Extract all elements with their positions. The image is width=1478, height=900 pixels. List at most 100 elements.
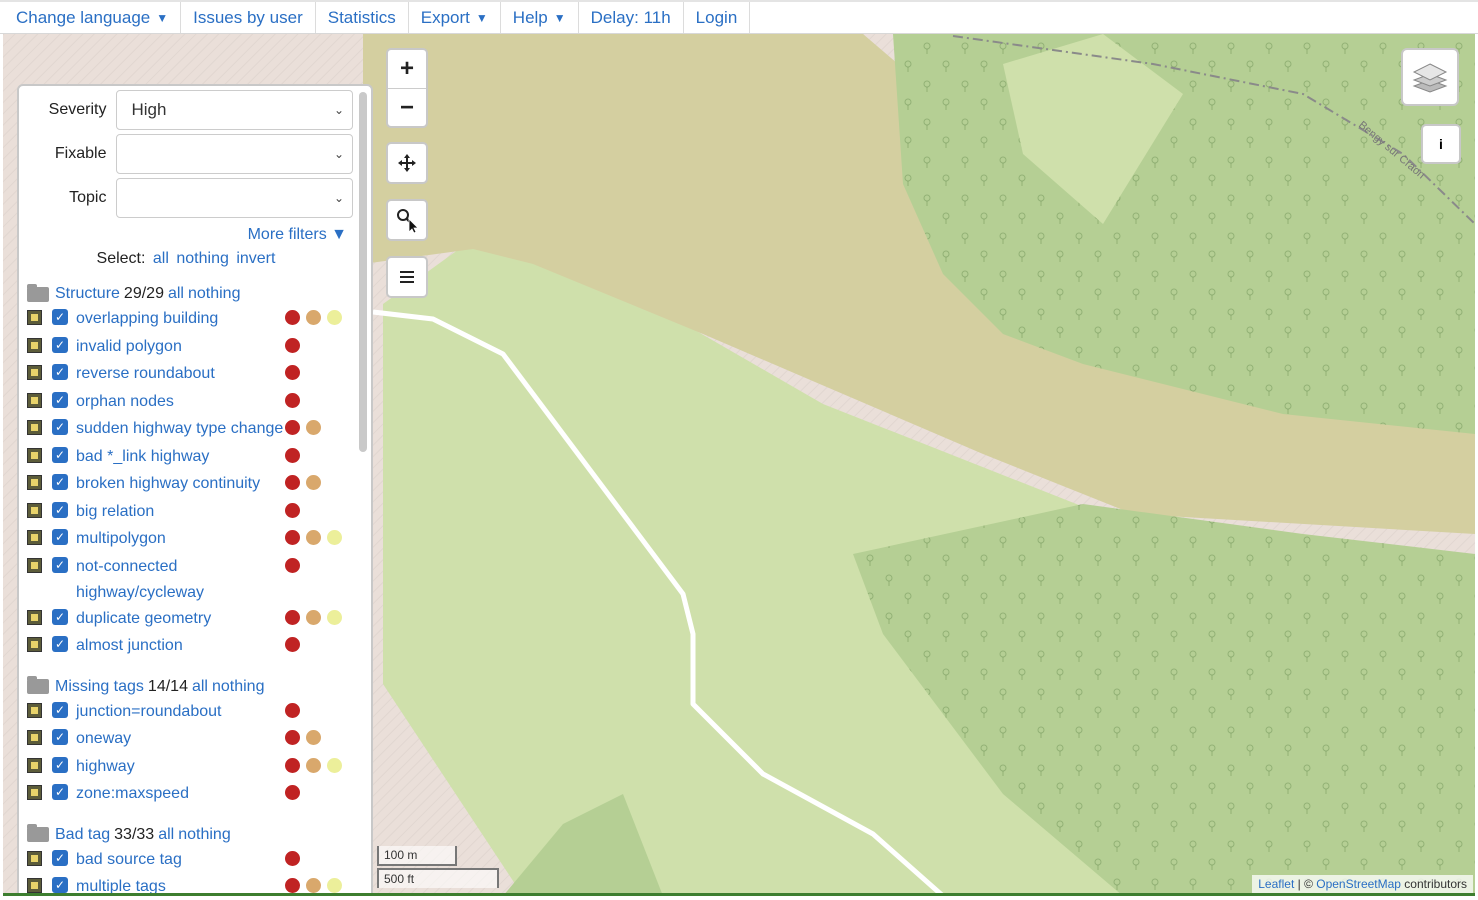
- severity-mid-dot[interactable]: [306, 530, 321, 545]
- issue-item-label[interactable]: invalid polygon: [76, 334, 284, 360]
- zoom-in-button[interactable]: +: [388, 50, 426, 88]
- zoom-out-button[interactable]: −: [388, 88, 426, 126]
- severity-high-dot[interactable]: [285, 557, 300, 573]
- menu-item-help[interactable]: Help ▼: [501, 2, 579, 33]
- item-checkbox[interactable]: ✓: [52, 474, 68, 490]
- severity-high-dot[interactable]: [285, 878, 300, 893]
- item-checkbox[interactable]: ✓: [52, 556, 68, 573]
- category-all-link[interactable]: all: [192, 678, 208, 696]
- osm-link[interactable]: OpenStreetMap: [1316, 877, 1401, 891]
- item-checkbox[interactable]: ✓: [52, 529, 68, 545]
- menu-item-export[interactable]: Export ▼: [409, 2, 501, 33]
- category-nothing-link[interactable]: nothing: [212, 678, 265, 696]
- issue-item-label[interactable]: bad source tag: [76, 847, 284, 873]
- severity-high-dot[interactable]: [285, 447, 300, 463]
- search-button[interactable]: [386, 199, 428, 241]
- issue-item[interactable]: ✓ sudden highway type change: [27, 416, 353, 444]
- issue-item-label[interactable]: broken highway continuity: [76, 471, 284, 497]
- issue-item[interactable]: ✓ not-connected highway/cycleway: [27, 554, 353, 606]
- severity-high-dot[interactable]: [285, 702, 300, 718]
- item-checkbox[interactable]: ✓: [52, 701, 68, 718]
- panel-scrollbar[interactable]: [359, 92, 367, 452]
- severity-high-dot[interactable]: [285, 310, 300, 325]
- topic-select[interactable]: ⌄: [116, 178, 353, 218]
- menu-item-delay-11h[interactable]: Delay: 11h: [579, 2, 684, 33]
- item-checkbox[interactable]: ✓: [52, 309, 68, 325]
- issue-item-label[interactable]: sudden highway type change: [76, 416, 284, 442]
- issue-item[interactable]: ✓ orphan nodes: [27, 389, 353, 417]
- issue-item[interactable]: ✓ oneway: [27, 726, 353, 754]
- item-checkbox[interactable]: ✓: [52, 446, 68, 463]
- issue-item-label[interactable]: highway: [76, 754, 284, 780]
- severity-high-dot[interactable]: [285, 850, 300, 866]
- severity-high-dot[interactable]: [285, 475, 300, 490]
- severity-low-dot[interactable]: [327, 310, 342, 325]
- issue-item-label[interactable]: multiple tags: [76, 874, 284, 893]
- menu-item-login[interactable]: Login: [684, 2, 751, 33]
- issue-item-label[interactable]: almost junction: [76, 633, 284, 659]
- severity-high-dot[interactable]: [285, 757, 300, 773]
- issue-item-label[interactable]: multipolygon: [76, 526, 284, 552]
- issue-item[interactable]: ✓ duplicate geometry: [27, 606, 353, 634]
- layers-button[interactable]: [1401, 48, 1459, 106]
- severity-high-dot[interactable]: [285, 730, 300, 745]
- severity-low-dot[interactable]: [327, 530, 342, 545]
- severity-low-dot[interactable]: [327, 878, 342, 893]
- issue-item[interactable]: ✓ junction=roundabout: [27, 699, 353, 727]
- issue-item-label[interactable]: zone:maxspeed: [76, 781, 284, 807]
- severity-mid-dot[interactable]: [306, 878, 321, 893]
- item-checkbox[interactable]: ✓: [52, 419, 68, 435]
- issue-item-label[interactable]: bad *_link highway: [76, 444, 284, 470]
- more-filters-link[interactable]: More filters ▼: [19, 226, 353, 244]
- issue-item[interactable]: ✓ big relation: [27, 499, 353, 527]
- severity-low-dot[interactable]: [327, 609, 342, 625]
- item-checkbox[interactable]: ✓: [52, 784, 68, 800]
- issue-item[interactable]: ✓ zone:maxspeed: [27, 781, 353, 809]
- issue-item[interactable]: ✓ broken highway continuity: [27, 471, 353, 499]
- info-button[interactable]: i: [1421, 124, 1461, 164]
- item-checkbox[interactable]: ✓: [52, 336, 68, 353]
- issue-item[interactable]: ✓ multipolygon: [27, 526, 353, 554]
- item-checkbox[interactable]: ✓: [52, 608, 68, 625]
- issue-item[interactable]: ✓ bad source tag: [27, 847, 353, 875]
- item-checkbox[interactable]: ✓: [52, 729, 68, 745]
- issue-item[interactable]: ✓ reverse roundabout: [27, 361, 353, 389]
- severity-high-dot[interactable]: [285, 637, 300, 652]
- item-checkbox[interactable]: ✓: [52, 364, 68, 380]
- issue-item-label[interactable]: junction=roundabout: [76, 699, 284, 725]
- item-checkbox[interactable]: ✓: [52, 849, 68, 866]
- issue-item-label[interactable]: duplicate geometry: [76, 606, 284, 632]
- category-header[interactable]: Bad tag 33/33 all nothing: [27, 823, 353, 847]
- category-all-link[interactable]: all: [168, 285, 184, 303]
- category-header[interactable]: Missing tags 14/14 all nothing: [27, 675, 353, 699]
- severity-mid-dot[interactable]: [306, 475, 321, 490]
- severity-mid-dot[interactable]: [306, 730, 321, 745]
- severity-high-dot[interactable]: [285, 502, 300, 518]
- severity-select[interactable]: High ⌄: [116, 90, 353, 130]
- severity-high-dot[interactable]: [285, 530, 300, 545]
- issue-item-label[interactable]: big relation: [76, 499, 284, 525]
- select-invert-link[interactable]: invert: [236, 250, 275, 267]
- severity-mid-dot[interactable]: [306, 420, 321, 435]
- item-checkbox[interactable]: ✓: [52, 756, 68, 773]
- menu-item-change-language[interactable]: Change language ▼: [4, 2, 182, 33]
- severity-high-dot[interactable]: [285, 420, 300, 435]
- issue-item-label[interactable]: reverse roundabout: [76, 361, 284, 387]
- item-checkbox[interactable]: ✓: [52, 877, 68, 893]
- severity-high-dot[interactable]: [285, 785, 300, 800]
- category-all-link[interactable]: all: [158, 826, 174, 844]
- menu-item-issues-by-user[interactable]: Issues by user: [181, 2, 316, 33]
- fixable-select[interactable]: ⌄: [116, 134, 353, 174]
- item-checkbox[interactable]: ✓: [52, 636, 68, 652]
- issue-item[interactable]: ✓ invalid polygon: [27, 334, 353, 362]
- severity-low-dot[interactable]: [327, 757, 342, 773]
- issue-item[interactable]: ✓ multiple tags: [27, 874, 353, 893]
- severity-mid-dot[interactable]: [306, 757, 321, 773]
- category-nothing-link[interactable]: nothing: [188, 285, 241, 303]
- issue-item[interactable]: ✓ bad *_link highway: [27, 444, 353, 472]
- severity-high-dot[interactable]: [285, 365, 300, 380]
- list-button[interactable]: [386, 256, 428, 298]
- map-view[interactable]: Bengy sur Craon + − i 100 m 500 ft Leafl…: [3, 34, 1475, 896]
- severity-mid-dot[interactable]: [306, 310, 321, 325]
- severity-high-dot[interactable]: [285, 392, 300, 408]
